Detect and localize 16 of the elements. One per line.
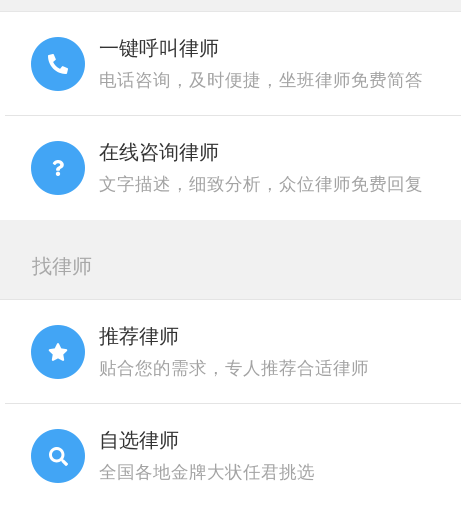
list-item[interactable]: 在线咨询律师 文字描述，细致分析，众位律师免费回复 <box>5 116 461 220</box>
item-title: 自选律师 <box>99 427 180 454</box>
question-mark-icon <box>31 141 85 195</box>
item-subtitle: 电话咨询，及时便捷，坐班律师免费简答 <box>99 70 423 92</box>
item-subtitle: 全国各地金牌大状任君挑选 <box>99 462 315 485</box>
search-icon <box>31 429 85 483</box>
item-title: 一键呼叫律师 <box>99 34 220 62</box>
list-item[interactable]: 自选律师 全国各地金牌大状任君挑选 <box>5 404 461 508</box>
phone-icon <box>31 36 85 90</box>
list-item[interactable]: 推荐律师 贴合您的需求，专人推荐合适律师 <box>5 300 461 403</box>
item-subtitle: 文字描述，细致分析，众位律师免费回复 <box>99 174 423 197</box>
list-item[interactable]: 一键呼叫律师 电话咨询，及时便捷，坐班律师免费简答 <box>5 12 461 115</box>
section-header: 找律师 <box>32 252 92 280</box>
item-title: 在线咨询律师 <box>99 139 220 166</box>
item-title: 推荐律师 <box>99 322 180 350</box>
item-subtitle: 贴合您的需求，专人推荐合适律师 <box>99 358 369 380</box>
